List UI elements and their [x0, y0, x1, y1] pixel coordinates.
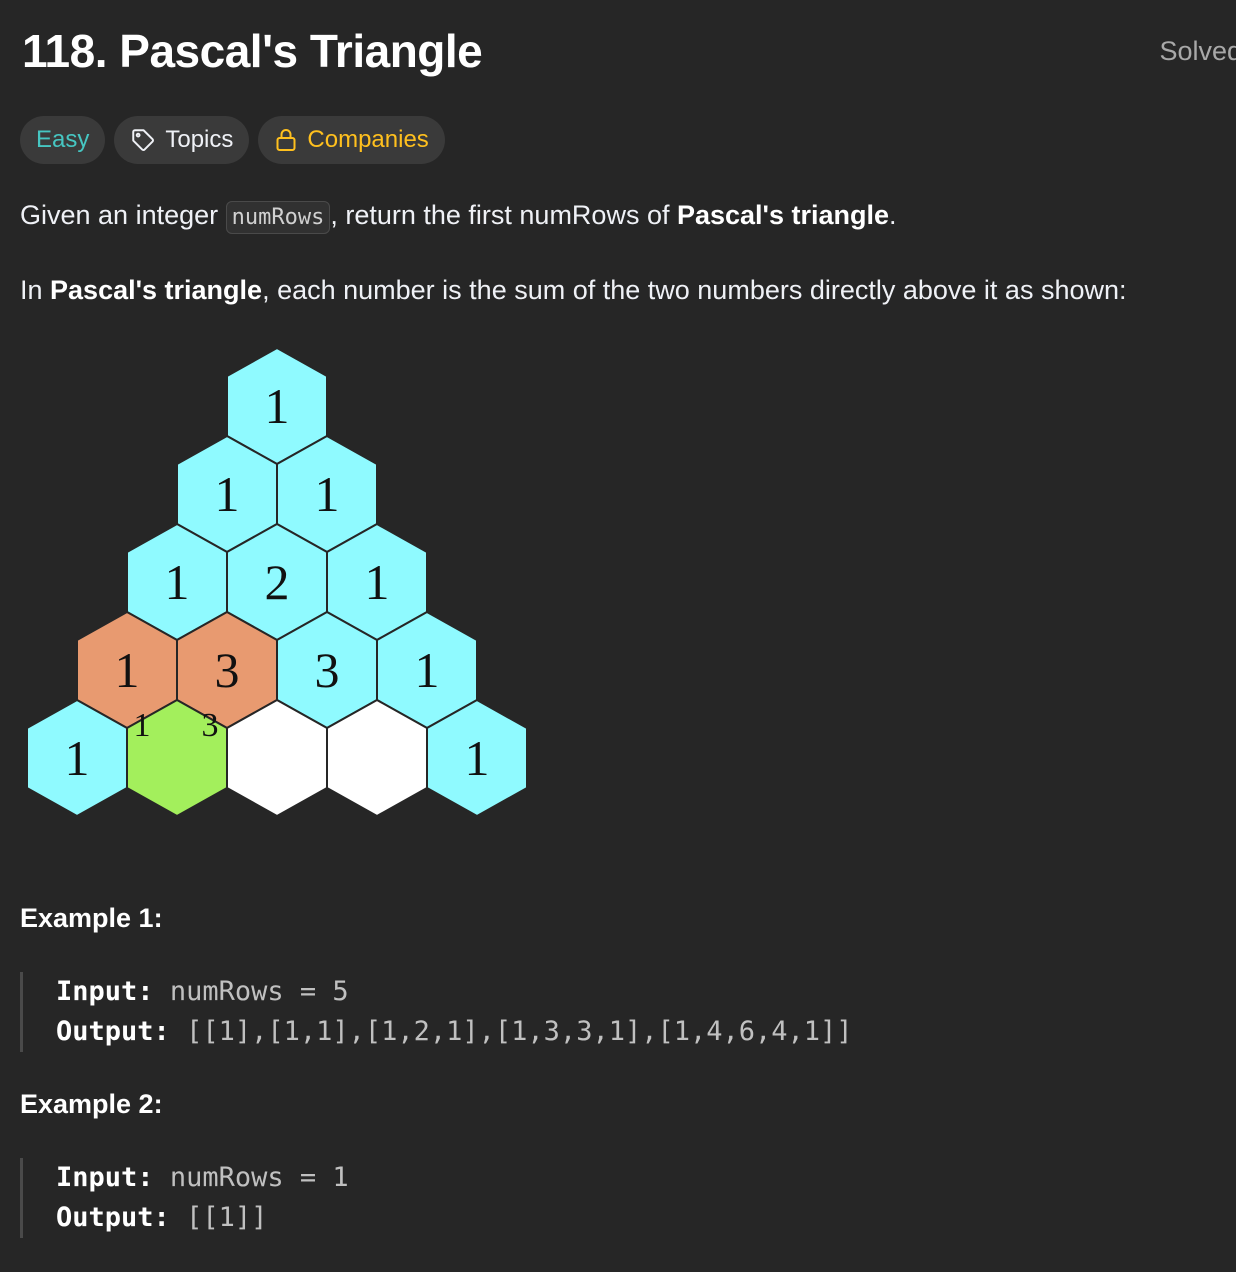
example-2-title: Example 2:: [20, 1089, 163, 1119]
hex-cell-value: 1: [115, 642, 140, 698]
hex-cell-value: 1: [215, 466, 240, 522]
problem-title: 118. Pascal's Triangle: [22, 25, 483, 77]
input-label: Input:: [56, 976, 154, 1007]
output-label: Output:: [56, 1202, 170, 1233]
example-1-block: Input: numRows = 5 Output: [[1],[1,1],[1…: [20, 972, 853, 1052]
hex-cell-value: 3: [315, 642, 340, 698]
hex-cell-value: 1: [415, 642, 440, 698]
description-text: .: [889, 200, 897, 230]
hex-cell-value: 3: [215, 642, 240, 698]
companies-button[interactable]: Companies: [258, 116, 445, 164]
hex-cell-value: 1: [165, 554, 190, 610]
difficulty-tag[interactable]: Easy: [20, 116, 106, 164]
topics-label: Topics: [165, 126, 234, 153]
output-label: Output:: [56, 1016, 170, 1047]
tag-icon: [132, 129, 155, 151]
example-2-block: Input: numRows = 1 Output: [[1]]: [20, 1158, 349, 1238]
description-paragraph-1: Given an integer numRows, return the fir…: [20, 200, 897, 234]
example-1-title: Example 1:: [20, 903, 163, 933]
input-value: numRows = 1: [169, 1162, 349, 1193]
pascal-triangle-diagram: 11 11 2 11 3 3 11 11 3: [26, 346, 528, 818]
difficulty-label: Easy: [36, 126, 90, 153]
input-label: Input:: [56, 1162, 154, 1193]
hex-cell-value: 1: [465, 730, 490, 786]
solved-status: Solved: [1159, 36, 1236, 66]
hex-cell-value: 1: [65, 730, 90, 786]
input-value: numRows = 5: [169, 976, 349, 1007]
hex-cell-value: 1: [265, 378, 290, 434]
hex-cell-value: 1: [365, 554, 390, 610]
companies-label: Companies: [307, 126, 429, 153]
description-text: In: [20, 275, 51, 305]
hex-cell-value: 1: [315, 466, 340, 522]
inline-code-numrows: numRows: [225, 201, 331, 234]
lock-icon: [276, 129, 296, 151]
problem-page: 118. Pascal's Triangle Solved Easy Topic…: [0, 0, 1236, 1272]
addend-label: 3: [202, 707, 219, 744]
addend-label: 1: [134, 707, 151, 744]
description-bold: Pascal's triangle: [676, 200, 890, 230]
description-paragraph-2: In Pascal's triangle, each number is the…: [20, 275, 1127, 306]
hex-cell-value: 2: [265, 554, 290, 610]
description-text: Given an integer: [20, 200, 226, 230]
description-bold: Pascal's triangle: [50, 275, 263, 305]
description-text: , each number is the sum of the two numb…: [262, 275, 1127, 305]
tag-row: Easy Topics Companies: [20, 116, 445, 164]
topics-button[interactable]: Topics: [114, 116, 250, 164]
output-value: [[1],[1,1],[1,2,1],[1,3,3,1],[1,4,6,4,1]…: [186, 1016, 853, 1047]
description-text: , return the first numRows of: [330, 200, 677, 230]
output-value: [[1]]: [186, 1202, 268, 1233]
